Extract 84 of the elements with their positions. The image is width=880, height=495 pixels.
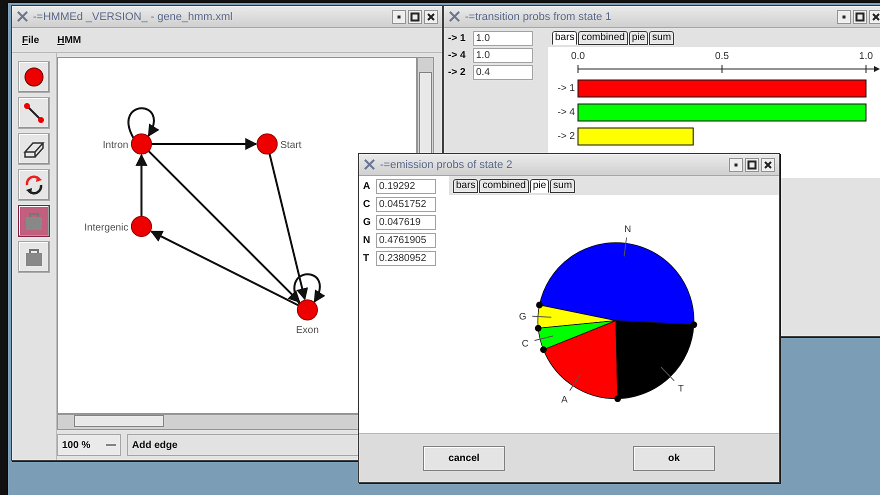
bar-label: -> 2	[557, 131, 575, 142]
bar-label: -> 1	[557, 83, 575, 94]
field-label: -> 2	[448, 66, 467, 78]
scrollbar-thumb[interactable]	[74, 415, 164, 427]
tab[interactable]: bars	[453, 179, 478, 193]
tab[interactable]: combined	[479, 179, 529, 193]
bar-label: -> 4	[557, 107, 575, 118]
node-label: Intergenic	[84, 222, 128, 234]
leader-line	[534, 336, 554, 341]
dialog-button[interactable]: cancel	[423, 446, 505, 470]
maximize-icon[interactable]	[745, 158, 759, 172]
leader-line	[660, 366, 675, 382]
minimize-icon[interactable]	[837, 10, 851, 24]
value-field[interactable]: 0.19292	[376, 178, 436, 194]
window-title: -=transition probs from state 1	[465, 10, 612, 22]
leader-line	[532, 316, 552, 318]
slice-handle[interactable]	[534, 324, 542, 332]
self-loop-arrow	[128, 107, 159, 138]
slice-handle[interactable]	[690, 321, 698, 328]
value-field[interactable]: 0.0451752	[376, 196, 436, 212]
leader-line	[624, 237, 627, 257]
field-label: -> 4	[448, 50, 467, 60]
tab[interactable]: pie	[530, 179, 550, 193]
value-field[interactable]: 0.4761905	[376, 232, 436, 248]
self-loop-arrow	[293, 273, 325, 304]
dropdown-icon	[106, 443, 116, 447]
zoom-dropdown[interactable]: 100 %	[57, 434, 121, 456]
value-field[interactable]: 0.4	[473, 64, 533, 80]
node-label: Exon	[296, 325, 319, 336]
state-node[interactable]	[296, 299, 318, 320]
leader-line	[569, 374, 581, 392]
tick-label: 1.0	[859, 51, 873, 62]
close-icon[interactable]	[424, 10, 438, 24]
slice-label: A	[561, 394, 568, 406]
tool-button[interactable]	[18, 169, 50, 201]
edge-icon	[22, 101, 46, 125]
tab[interactable]: bars	[552, 31, 578, 45]
field-label: N	[363, 234, 372, 246]
field-label: T	[363, 252, 370, 264]
x-logo-icon	[16, 10, 29, 23]
value-field[interactable]: 0.2380952	[376, 250, 436, 266]
x-logo-icon	[448, 10, 461, 23]
tab[interactable]: combined	[578, 31, 628, 45]
menu-item[interactable]: HMM	[57, 34, 82, 46]
close-icon[interactable]	[761, 158, 775, 172]
dialog-button[interactable]: ok	[633, 446, 715, 470]
tab[interactable]: pie	[628, 31, 648, 45]
tab[interactable]: sum	[649, 31, 674, 45]
menu-item[interactable]: File	[22, 34, 40, 46]
tool-button[interactable]	[18, 133, 50, 165]
field-label: -> 1	[448, 32, 467, 44]
slice-handle[interactable]	[540, 346, 547, 354]
maximize-icon[interactable]	[408, 10, 422, 24]
field-label: A	[363, 180, 372, 192]
node-label: Start	[280, 140, 302, 151]
slice-label: C	[522, 338, 529, 350]
tick-label: 0.5	[715, 51, 729, 62]
tool-button[interactable]	[18, 97, 50, 129]
value-field[interactable]: 1.0	[473, 48, 533, 62]
window-title: -=HMMEd _VERSION_ - gene_hmm.xml	[33, 10, 234, 22]
tick-label: 0.0	[571, 51, 585, 62]
slice-handle[interactable]	[536, 302, 543, 308]
slice-label: G	[519, 312, 526, 323]
slice-handle[interactable]	[614, 395, 621, 402]
slice-label: T	[678, 383, 684, 394]
node-label: Intron	[102, 140, 128, 151]
minimize-icon[interactable]	[392, 10, 406, 24]
state-node[interactable]	[130, 216, 152, 237]
maximize-icon[interactable]	[853, 10, 867, 24]
field-label: C	[363, 198, 372, 210]
window-title: -=emission probs of state 2	[380, 158, 514, 170]
tab[interactable]: sum	[550, 179, 576, 193]
circle-icon	[22, 65, 46, 89]
tool-button[interactable]	[18, 61, 50, 93]
minimize-icon[interactable]	[729, 158, 743, 172]
field-label: G	[363, 216, 372, 228]
tool-button[interactable]	[18, 205, 50, 237]
x-logo-icon	[363, 158, 376, 171]
state-node[interactable]	[256, 133, 278, 155]
slice-label: N	[624, 224, 632, 235]
value-field[interactable]: 0.047619	[376, 214, 436, 230]
value-field[interactable]: 1.0	[473, 30, 533, 46]
close-icon[interactable]	[869, 10, 880, 24]
state-node[interactable]	[130, 133, 152, 155]
